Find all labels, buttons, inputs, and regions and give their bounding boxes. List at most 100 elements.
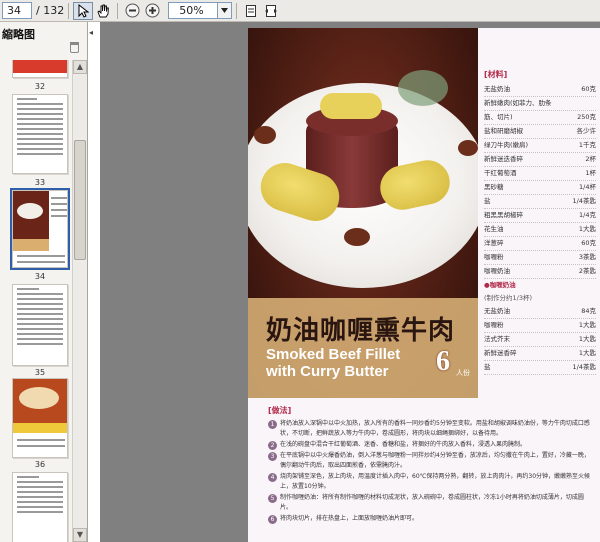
recipe-title-en: Smoked Beef Fillet with Curry Butter [266, 346, 400, 380]
zoom-out-button[interactable] [122, 2, 142, 20]
ingredient-amount: 84克 [581, 307, 596, 315]
step-number-badge: 6 [268, 515, 277, 524]
curry-butter-note: (制作分约1/3杯) [484, 294, 533, 302]
ingredient-row: 花生油 1大匙 [484, 223, 596, 237]
fit-page-icon [246, 4, 257, 17]
ingredient-name: 筋、切片) [484, 113, 513, 121]
fit-page-button[interactable] [241, 2, 261, 20]
select-tool-button[interactable] [73, 1, 94, 20]
ingredient-amount: 60克 [581, 239, 596, 247]
ingredient-name: 花生油 [484, 225, 504, 233]
garnish-image [398, 70, 448, 106]
ingredient-row: 新鲜迷迭香碎 2杯 [484, 153, 596, 167]
zoom-level-input[interactable]: 50% [168, 2, 219, 19]
ingredient-row: 盐和研磨胡椒 各少许 [484, 125, 596, 139]
document-view[interactable]: 奶油咖喱熏牛肉 Smoked Beef Fillet with Curry Bu… [100, 22, 600, 542]
ingredient-amount: 1/4茶匙 [572, 363, 596, 371]
collapse-panel-icon[interactable]: ◂ [89, 28, 97, 40]
ingredient-name: 新鲜迷香碎 [484, 349, 517, 357]
method-step: 4 烧肉架铺至深色，放上肉块，用温度计插入肉中，60℃保持两分熟，翻转，放上肉肉汁… [268, 472, 594, 492]
method-step: 5 制作咖喱奶油：将所有制作咖喱的材料切成泥状，放入碗碗中，卷成圆柱状，冷冻1小时… [268, 493, 594, 513]
step-number-badge: 2 [268, 441, 277, 450]
ingredient-row: 无盐奶油 84克 [484, 305, 596, 319]
walnut-image [344, 228, 370, 246]
step-text: 在浅的碗盘中混合干红葡萄酒、迷香、香糖和盐，将捆好的牛肉放入香料，浸透入果肉腌制… [280, 441, 527, 448]
fit-width-icon [265, 4, 278, 17]
ingredient-name: 咖喱奶油 [484, 267, 510, 275]
curry-butter-heading: ●咖喱奶油 [484, 281, 516, 289]
ingredients-rows: 无盐奶油 60克 新鲜嫩肉(如菲力、肋条筋、切片) 250克盐和研磨胡椒 各少许绿刀牛肉… [484, 83, 596, 279]
ingredient-row: 咖喱粉 1大匙 [484, 319, 596, 333]
ingredient-row: 黑砂糖 1/4杯 [484, 181, 596, 195]
step-number-badge: 1 [268, 420, 277, 429]
ingredient-name: 新鲜迷迭香碎 [484, 155, 523, 163]
butter-slice-image [320, 93, 382, 119]
zoom-in-button[interactable] [142, 2, 162, 20]
step-text: 将奶油放入深锅中以中火加热，放入所有的香料一同炒香约5分钟至变软。用盐和胡椒调味… [280, 420, 590, 437]
thumbnail-page[interactable] [12, 94, 68, 174]
scroll-up-arrow-icon[interactable]: ▲ [73, 60, 87, 74]
ingredient-name: 无盐奶油 [484, 85, 510, 93]
pdf-viewer: 34 / 132 50% 縮略图 32 33 34 35 36 ▲ ▼ ◂ 奶油… [0, 0, 600, 542]
ingredient-row: 筋、切片) 250克 [484, 111, 596, 125]
method-step: 3 在平底锅中以中火爆香奶油，倒入洋葱与咖喱粉一同拌炒约4分钟至香，放凉后，均匀撒… [268, 451, 594, 471]
recipe-title-en-line2: with Curry Butter [266, 363, 389, 380]
ingredient-name: 干红葡萄酒 [484, 169, 517, 177]
cursor-arrow-icon [78, 3, 90, 18]
thumbnail-page[interactable] [12, 60, 68, 78]
serves-unit: 人份 [456, 369, 470, 377]
ingredient-amount: 1大匙 [578, 321, 596, 329]
fit-width-button[interactable] [261, 2, 281, 20]
thumbnail-label: 34 [34, 272, 46, 281]
method-step: 1 将奶油放入深锅中以中火加热，放入所有的香料一同炒香约5分钟至变软。用盐和胡椒调… [268, 419, 594, 439]
panel-tools [0, 42, 87, 56]
method-heading: [做法] [268, 406, 292, 415]
zoom-out-icon [125, 3, 140, 18]
ingredient-amount: 2杯 [585, 155, 596, 163]
zoom-dropdown-button[interactable] [218, 2, 233, 19]
thumbnail-scrollbar[interactable]: ▲ ▼ [72, 60, 87, 542]
method-steps: 1 将奶油放入深锅中以中火加热，放入所有的香料一同炒香约5分钟至变软。用盐和胡椒调… [268, 419, 594, 524]
page-number-input[interactable]: 34 [2, 2, 32, 19]
ingredient-name: 黑砂糖 [484, 183, 504, 191]
step-number-badge: 5 [268, 494, 277, 503]
ingredient-name: 法式芥末 [484, 335, 510, 343]
recipe-title-cn: 奶油咖喱熏牛肉 [266, 316, 456, 346]
page-total: / 132 [36, 4, 65, 17]
ingredient-row: 咖喱奶油 2茶匙 [484, 265, 596, 279]
ingredient-row: 新鲜嫩肉(如菲力、肋条 [484, 97, 596, 111]
ingredient-row: 干红葡萄酒 1杯 [484, 167, 596, 181]
ingredient-row: 洋葱碎 60克 [484, 237, 596, 251]
walnut-image [458, 140, 478, 156]
ingredient-amount: 1/4杯 [579, 183, 596, 191]
scrollbar-thumb[interactable] [74, 140, 86, 260]
trash-icon[interactable] [70, 42, 79, 53]
thumbnail-page[interactable] [12, 472, 68, 542]
ingredient-row: 法式芥末 1大匙 [484, 333, 596, 347]
ingredient-amount: 1千克 [578, 141, 596, 149]
ingredient-amount: 1/4克 [579, 211, 596, 219]
ingredient-amount: 1大匙 [578, 349, 596, 357]
ingredient-amount: 1/4茶匙 [572, 197, 596, 205]
ingredient-name: 新鲜嫩肉(如菲力、肋条 [484, 99, 552, 107]
thumbnail-label: 36 [34, 460, 46, 469]
thumbnails-panel: 縮略图 32 33 34 35 36 ▲ ▼ [0, 22, 88, 542]
hand-tool-button[interactable] [93, 2, 113, 20]
ingredient-name: 盐和研磨胡椒 [484, 127, 523, 135]
step-text: 烧肉架铺至深色，放上肉块，用温度计插入肉中，60℃保持两分熟，翻转，放上肉肉汁，… [280, 473, 591, 490]
ingredient-row: 绿刀牛肉(嫩肩) 1千克 [484, 139, 596, 153]
thumbnail-page-current[interactable] [10, 188, 70, 270]
ingredient-row: 粗黑黑胡椒碎 1/4克 [484, 209, 596, 223]
thumbnail-page[interactable] [12, 284, 68, 366]
ingredient-amount: 各少许 [576, 127, 597, 135]
walnut-image [254, 126, 276, 144]
ingredient-row: 盐 1/4茶匙 [484, 361, 596, 375]
thumbnail-page[interactable] [12, 378, 68, 458]
method-section: [做法] 1 将奶油放入深锅中以中火加热，放入所有的香料一同炒香约5分钟至变软。用… [268, 406, 594, 525]
scroll-down-arrow-icon[interactable]: ▼ [73, 528, 87, 542]
step-text: 在平底锅中以中火爆香奶油，倒入洋葱与咖喱粉一同拌炒约4分钟至香，放凉后，均匀撒在… [280, 452, 590, 469]
step-number-badge: 3 [268, 452, 277, 461]
toolbar-separator [68, 2, 70, 19]
step-text: 制作咖喱奶油：将所有制作咖喱的材料切成泥状，放入碗碗中，卷成圆柱状，冷冻1小时再… [280, 494, 584, 511]
thumbnail-label: 35 [34, 368, 46, 377]
